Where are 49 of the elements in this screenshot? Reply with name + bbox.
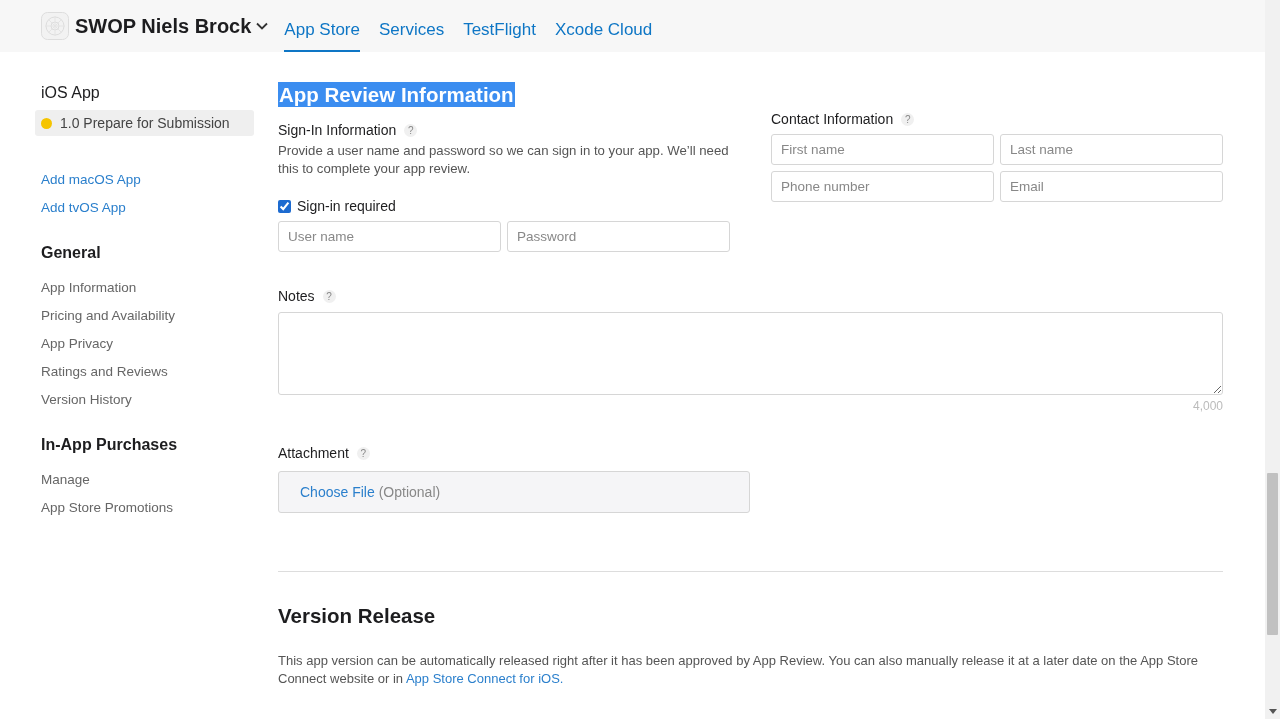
help-icon[interactable]: ? [404, 123, 418, 137]
scrollbar-thumb[interactable] [1267, 473, 1278, 635]
description-text: Provide a user name and password so we can sign in to your app. We’ll need this to complete your app review. [278, 142, 730, 178]
description-text: This app version can be automatically released right after it has been approved by App Review. You can also manually release it at a later date on the App Store Connect website or in App Store Connect for iOS. [278, 652, 1199, 688]
input-field[interactable]: Password [507, 221, 730, 252]
field-label: Notes [278, 288, 315, 304]
chevron-down-icon [256, 22, 269, 30]
section-title: Version Release [278, 603, 437, 629]
nav-tab[interactable]: Services [378, 0, 445, 52]
version-item[interactable]: 1.0 Prepare for Submission [35, 110, 254, 136]
sidebar-heading: General [40, 244, 102, 263]
sidebar-item[interactable]: App Privacy [35, 330, 114, 358]
app-icon [41, 12, 69, 40]
sidebar-item[interactable]: Ratings and Reviews [35, 358, 168, 386]
help-icon[interactable]: ? [322, 289, 336, 303]
help-icon[interactable]: ? [356, 446, 370, 460]
add-platform-link[interactable]: Add macOS App [35, 166, 141, 194]
input-field[interactable]: First name [771, 134, 994, 165]
text-link[interactable]: App Store Connect for iOS. [405, 671, 564, 686]
field-label: Contact Information [771, 111, 894, 127]
notes-field[interactable] [278, 312, 1223, 395]
section-title: App Review Information [278, 82, 515, 107]
file-drop-area[interactable]: Choose File (Optional) [278, 471, 750, 513]
sidebar-heading: iOS App [40, 84, 101, 103]
input-field[interactable]: User name [278, 221, 501, 252]
scrollbar[interactable] [1265, 0, 1280, 719]
sidebar-item[interactable]: App Information [35, 274, 137, 302]
account-menu[interactable]: SWOP Niels Brock [75, 14, 269, 38]
optional-hint: (Optional) [378, 484, 441, 500]
checkbox-label[interactable]: Sign-in required [297, 198, 396, 214]
nav-tab[interactable]: Xcode Cloud [554, 0, 653, 52]
character-count: 4,000 [1191, 399, 1223, 413]
field-label: Attachment [278, 445, 349, 461]
field-label: Sign-In Information [278, 122, 397, 138]
nav-tab[interactable]: TestFlight [463, 0, 536, 52]
sidebar-item[interactable]: App Store Promotions [35, 494, 174, 522]
sidebar-item[interactable]: Version History [35, 386, 132, 414]
help-icon[interactable]: ? [901, 112, 915, 126]
input-field[interactable]: Last name [1000, 134, 1223, 165]
input-field[interactable]: Phone number [771, 171, 994, 202]
sign-in-checkbox[interactable] [278, 199, 291, 213]
choose-file-link[interactable]: Choose File [300, 484, 375, 500]
scroll-down-icon[interactable] [1269, 709, 1277, 714]
input-field[interactable]: Email [1000, 171, 1223, 202]
sidebar-item[interactable]: Pricing and Availability [35, 302, 176, 330]
sidebar-item[interactable]: Manage [35, 466, 90, 494]
add-platform-link[interactable]: Add tvOS App [35, 194, 126, 222]
sidebar-heading: In-App Purchases [40, 436, 179, 455]
nav-tab[interactable]: App Store [284, 0, 360, 52]
